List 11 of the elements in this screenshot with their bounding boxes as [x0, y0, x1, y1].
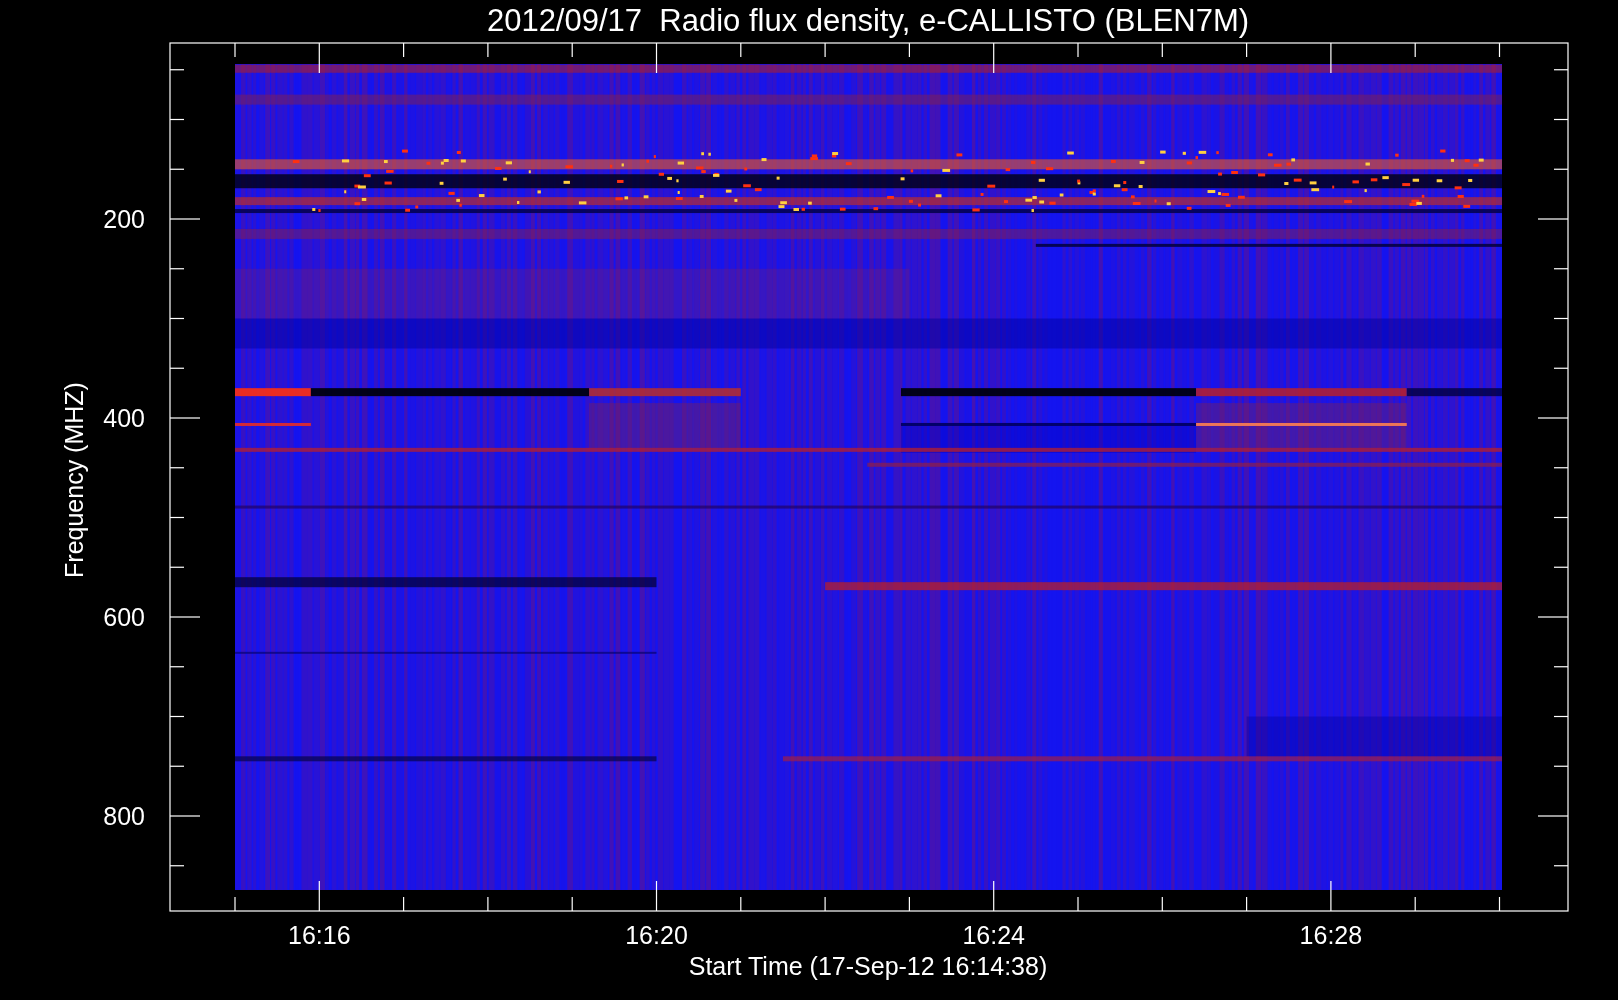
chart-title: 2012/09/17 Radio flux density, e-CALLISTO (BLEN7M): [486, 3, 1250, 38]
axis-title: Frequency (MHZ): [60, 382, 88, 578]
axis-tick-label: 800: [103, 802, 145, 830]
axis-tick-label: 16:20: [625, 921, 688, 949]
axis-tick-label: 16:16: [288, 921, 351, 949]
axis-title: Start Time (17-Sep-12 16:14:38): [688, 952, 1048, 980]
axis-tick-label: 600: [103, 603, 145, 631]
axis-tick-label: 16:28: [1299, 921, 1363, 949]
axis-tick-label: 200: [103, 205, 145, 233]
axis-tick-label: 16:24: [962, 921, 1025, 949]
axis-tick-label: 400: [103, 404, 145, 432]
